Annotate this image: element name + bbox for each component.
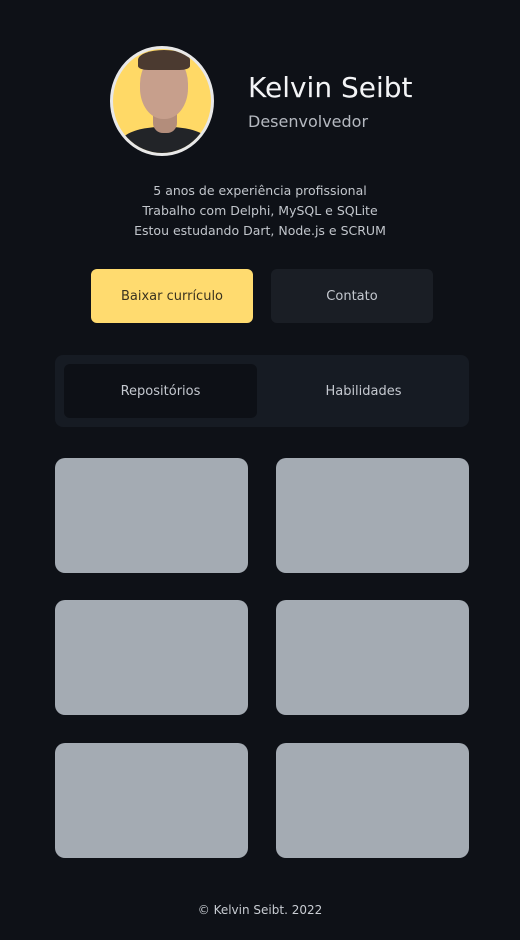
profile-name: Kelvin Seibt <box>248 70 413 104</box>
repository-card[interactable] <box>55 458 248 573</box>
repository-card[interactable] <box>276 600 469 715</box>
repository-card[interactable] <box>276 743 469 858</box>
portfolio-page: Kelvin Seibt Desenvolvedor 5 anos de exp… <box>0 0 520 940</box>
bio-line-1: 5 anos de experiência profissional <box>153 183 367 198</box>
tab-skills[interactable]: Habilidades <box>267 364 460 418</box>
avatar-hair <box>138 50 190 70</box>
download-resume-button[interactable]: Baixar currículo <box>91 269 253 323</box>
tab-repositories[interactable]: Repositórios <box>64 364 257 418</box>
repository-card[interactable] <box>55 743 248 858</box>
avatar <box>110 46 214 156</box>
bio: 5 anos de experiência profissional Traba… <box>0 181 520 241</box>
bio-line-2: Trabalho com Delphi, MySQL e SQLite <box>142 203 378 218</box>
tab-bar: Repositórios Habilidades <box>55 355 469 427</box>
bio-line-3: Estou estudando Dart, Node.js e SCRUM <box>134 223 386 238</box>
profile-role: Desenvolvedor <box>248 112 369 132</box>
contact-button[interactable]: Contato <box>271 269 433 323</box>
repository-card[interactable] <box>276 458 469 573</box>
title-block: Kelvin Seibt Desenvolvedor <box>248 71 413 132</box>
footer-copyright: © Kelvin Seibt. 2022 <box>197 903 323 917</box>
repository-card[interactable] <box>55 600 248 715</box>
profile-header: Kelvin Seibt Desenvolvedor <box>110 46 413 156</box>
